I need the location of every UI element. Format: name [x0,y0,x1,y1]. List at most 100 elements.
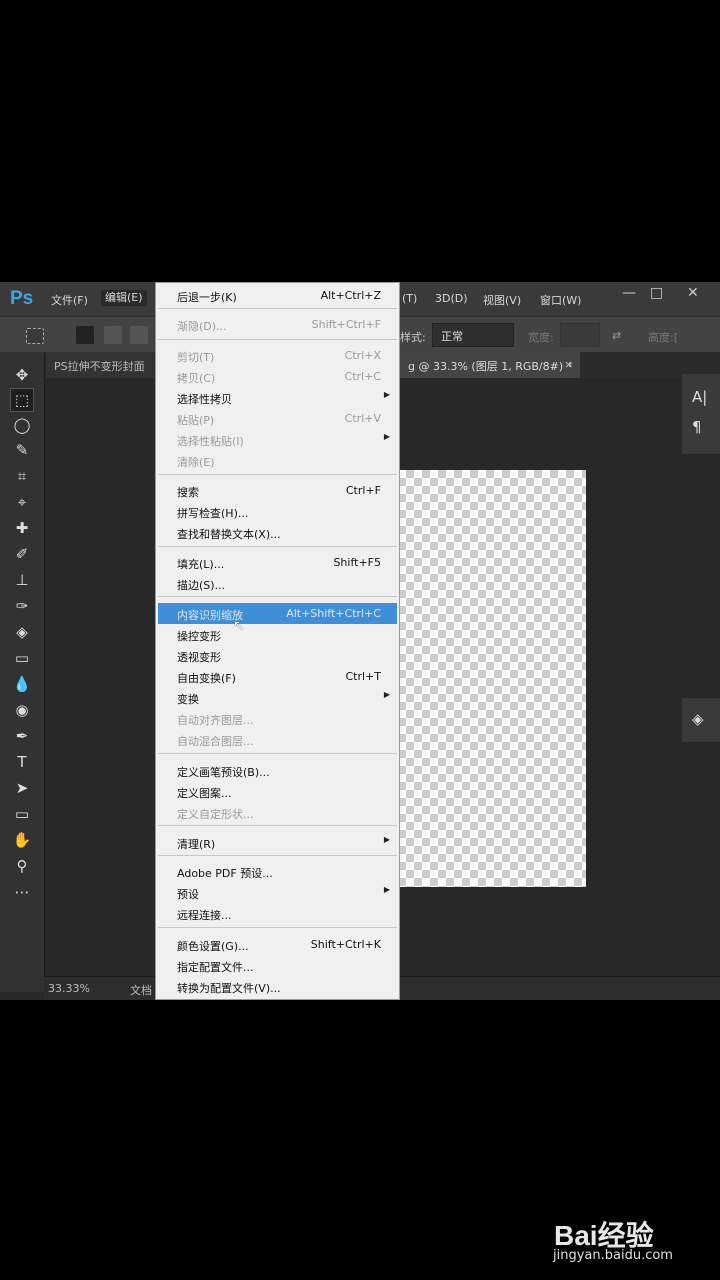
move-icon[interactable]: ✥ [11,364,33,386]
menu-item[interactable]: 远程连接... [158,903,397,924]
menu-item-label: 定义自定形状... [177,808,254,821]
menu-separator [158,855,397,856]
swap-icon[interactable]: ⇄ [612,329,621,342]
submenu-arrow-icon: ▶ [383,885,390,894]
add-selection-icon[interactable] [104,326,122,344]
menu-item[interactable]: 预设 ▶ [158,882,397,903]
stamp-icon[interactable]: ⊥ [11,569,33,591]
character-icon[interactable]: A| [692,388,707,406]
gradient-icon[interactable]: ▭ [11,647,33,669]
menu-separator [158,753,397,754]
menu-item-shortcut: Shift+F5 [333,556,381,569]
style-value: 正常 [441,330,463,343]
menu-item[interactable]: 定义画笔预设(B)... [158,760,397,781]
menu-filter[interactable]: (T) [402,292,417,305]
doc-info: 文档 [130,984,152,997]
dodge-icon[interactable]: ◉ [11,699,33,721]
path-select-icon[interactable]: ➤ [11,777,33,799]
menu-item[interactable]: 填充(L)... Shift+F5 [158,552,397,573]
menu-item-label: Adobe PDF 预设... [177,867,273,880]
menu-file[interactable]: 文件(F) [51,292,88,308]
crop-icon[interactable]: ⌗ [11,465,33,487]
edit-menu-dropdown: 后退一步(K) Alt+Ctrl+Z 渐隐(D)... Shift+Ctrl+F 剪切(… [155,282,400,1000]
height-label: 高度:[ [648,331,678,344]
menu-item-label: 选择性拷贝 [177,393,232,406]
close-icon[interactable]: ✕ [687,285,699,301]
style-label: 样式: [400,331,426,344]
menu-item[interactable]: Adobe PDF 预设... [158,861,397,882]
submenu-arrow-icon: ▶ [383,432,390,441]
hand-icon[interactable]: ✋ [11,829,33,851]
history-brush-icon[interactable]: ✑ [11,595,33,617]
menu-separator [158,308,397,309]
tab-label: g @ 33.3% (图层 1, RGB/8#) * [408,360,573,373]
menu-item-label: 远程连接... [177,909,232,922]
layers-icon[interactable]: ◈ [692,710,704,728]
menu-item[interactable]: 透视变形 [158,645,397,666]
pen-icon[interactable]: ✒ [11,725,33,747]
menu-item-label: 自动对齐图层... [177,714,254,727]
menu-item[interactable]: 查找和替换文本(X)... [158,522,397,543]
menu-item: 粘贴(P) Ctrl+V [158,408,397,429]
menu-item[interactable]: 操控变形 [158,624,397,645]
restore-icon[interactable]: □ [650,285,663,301]
zoom-icon[interactable]: ⚲ [11,855,33,877]
width-field[interactable] [560,323,600,347]
more-icon[interactable]: ⋯ [11,881,33,903]
menu-item[interactable]: 选择性拷贝 ▶ [158,387,397,408]
menu-item[interactable]: 颜色设置(G)... Shift+Ctrl+K [158,934,397,955]
blur-icon[interactable]: 💧 [11,673,33,695]
menu-item: 自动混合图层... [158,729,397,750]
new-selection-icon[interactable] [76,326,94,344]
quick-select-icon[interactable]: ✎ [11,439,33,461]
menu-item[interactable]: 转换为配置文件(V)... [158,976,397,997]
menu-item[interactable]: 变换 ▶ [158,687,397,708]
menu-item-shortcut: Ctrl+T [345,670,381,683]
menu-item-shortcut: Shift+Ctrl+F [311,318,381,331]
rectangle-icon[interactable]: ▭ [11,803,33,825]
menu-item: 清除(E) [158,450,397,471]
menu-item[interactable]: 拼写检查(H)... [158,501,397,522]
menu-item[interactable]: 描边(S)... [158,573,397,594]
menu-window[interactable]: 窗口(W) [540,292,581,308]
type-icon[interactable]: T [11,751,33,773]
menu-item-label: 自由变换(F) [177,672,236,685]
menu-item[interactable]: 指定配置文件... [158,955,397,976]
menu-edit[interactable]: 编辑(E) [101,290,147,306]
menu-item-label: 描边(S)... [177,579,226,592]
submenu-arrow-icon: ▶ [383,390,390,399]
baidu-jingyan-url: jingyan.baidu.com [553,1248,673,1263]
tab-active[interactable]: g @ 33.3% (图层 1, RGB/8#) * [400,352,580,378]
menu-item[interactable]: 定义图案... [158,781,397,802]
subtract-selection-icon[interactable] [130,326,148,344]
menu-item[interactable]: 自由变换(F) Ctrl+T [158,666,397,687]
tab-close-icon[interactable]: × [564,352,578,378]
transparent-canvas[interactable] [398,470,586,887]
menu-item-label: 颜色设置(G)... [177,940,249,953]
zoom-level[interactable]: 33.33% [48,982,90,995]
submenu-arrow-icon: ▶ [383,690,390,699]
menu-item[interactable]: 后退一步(K) Alt+Ctrl+Z [158,285,397,306]
marquee-icon[interactable]: ⬚ [10,388,34,412]
tab-cover[interactable]: PS拉伸不变形封面 [46,352,154,378]
menu-separator [158,474,397,475]
paragraph-icon[interactable]: ¶ [692,418,702,436]
healing-icon[interactable]: ✚ [11,517,33,539]
menu-item-label: 填充(L)... [177,558,225,571]
menu-item[interactable]: 清理(R) ▶ [158,832,397,853]
photoshop-window: Ps 文件(F) 编辑(E) (T) 3D(D) 视图(V) 窗口(W) — □… [0,282,720,1000]
menu-item[interactable]: 内容识别缩放 Alt+Shift+Ctrl+C ↖ [158,603,397,634]
minimize-icon[interactable]: — [622,285,636,301]
menu-separator [158,927,397,928]
submenu-arrow-icon: ▶ [383,835,390,844]
lasso-icon[interactable]: ◯ [11,414,33,436]
character-panel: A| ¶ [682,374,720,454]
menu-3d[interactable]: 3D(D) [435,292,468,305]
eraser-icon[interactable]: ◈ [11,621,33,643]
eyedropper-icon[interactable]: ⌖ [11,491,33,513]
style-select[interactable]: 正常 [432,323,514,347]
brush-icon[interactable]: ✐ [11,543,33,565]
menu-view[interactable]: 视图(V) [483,292,521,308]
menu-item[interactable]: 搜索 Ctrl+F [158,480,397,501]
marquee-preset-icon[interactable] [26,328,44,344]
